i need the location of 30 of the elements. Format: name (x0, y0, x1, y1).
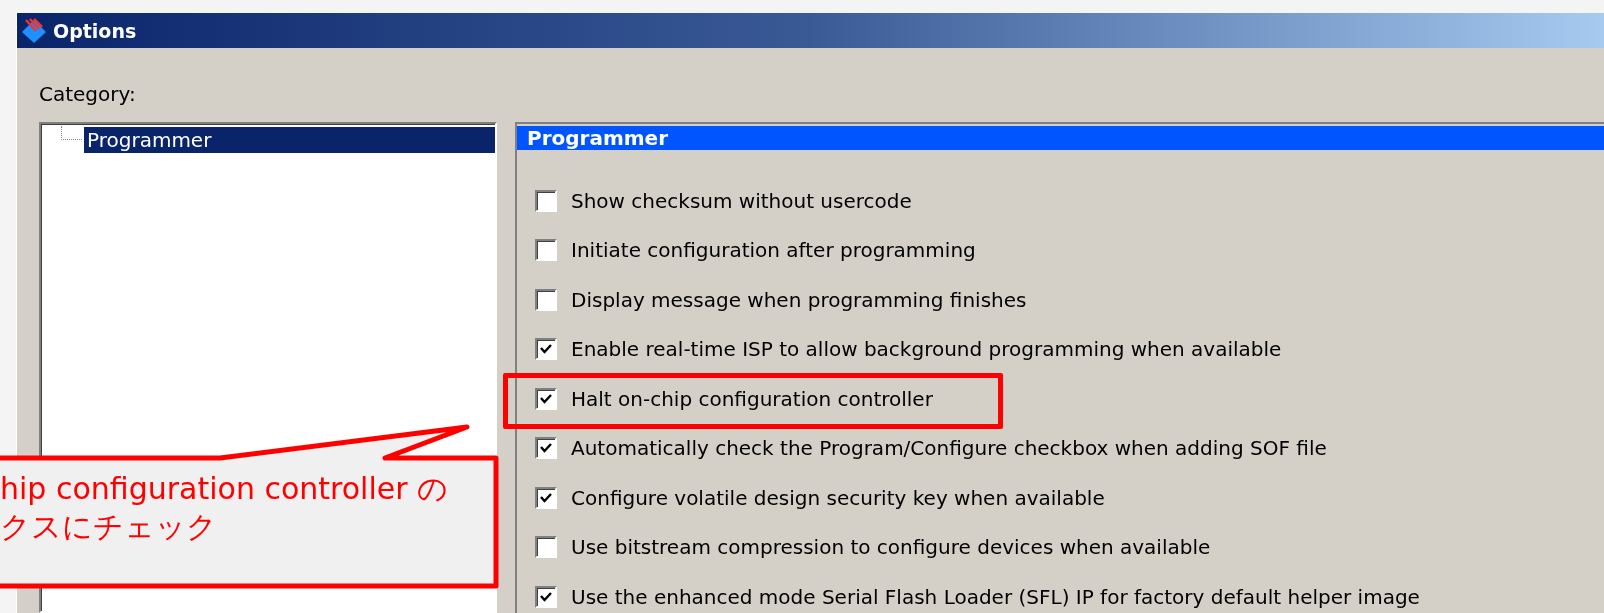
checkmark-icon (540, 392, 552, 405)
app-logo-icon (21, 17, 47, 44)
tree-item[interactable]: Programmer (84, 126, 495, 153)
checkmark-icon (540, 491, 552, 504)
option-label: Enable real-time ISP to allow background programming when available (571, 337, 1282, 362)
checkbox[interactable] (535, 387, 557, 410)
callout-text: クスにチェック (0, 508, 218, 546)
option-label: Use bitstream compression to configure devices when available (571, 535, 1211, 560)
checkmark-icon (540, 442, 552, 455)
checkbox[interactable] (535, 585, 557, 608)
option-label: Show checksum without usercode (571, 188, 912, 213)
option-label: Initiate configuration after programming (571, 238, 976, 263)
option-label: Halt on-chip configuration controller (571, 386, 933, 411)
checkmark-icon (540, 343, 552, 356)
checkbox[interactable] (535, 288, 557, 311)
checkbox[interactable] (535, 338, 557, 361)
checkbox[interactable] (535, 536, 557, 559)
window-title: Options (53, 19, 137, 42)
option-label: Configure volatile design security key when available (571, 485, 1105, 510)
checkbox[interactable] (535, 486, 557, 509)
category-label: Category: (39, 82, 136, 106)
checkbox[interactable] (535, 189, 557, 212)
callout-text: hip configuration controller の (0, 470, 449, 508)
option-label: Display message when programming finishes (571, 287, 1027, 312)
option-label: Automatically check the Program/Configure checkbox when adding SOF file (571, 436, 1327, 461)
checkbox[interactable] (535, 437, 557, 460)
checkbox[interactable] (535, 239, 557, 262)
option-label: Use the enhanced mode Serial Flash Loader (SFL) IP for factory default helper image (571, 584, 1420, 609)
checkmark-icon (540, 590, 552, 603)
panel-header: Programmer (517, 126, 1604, 150)
